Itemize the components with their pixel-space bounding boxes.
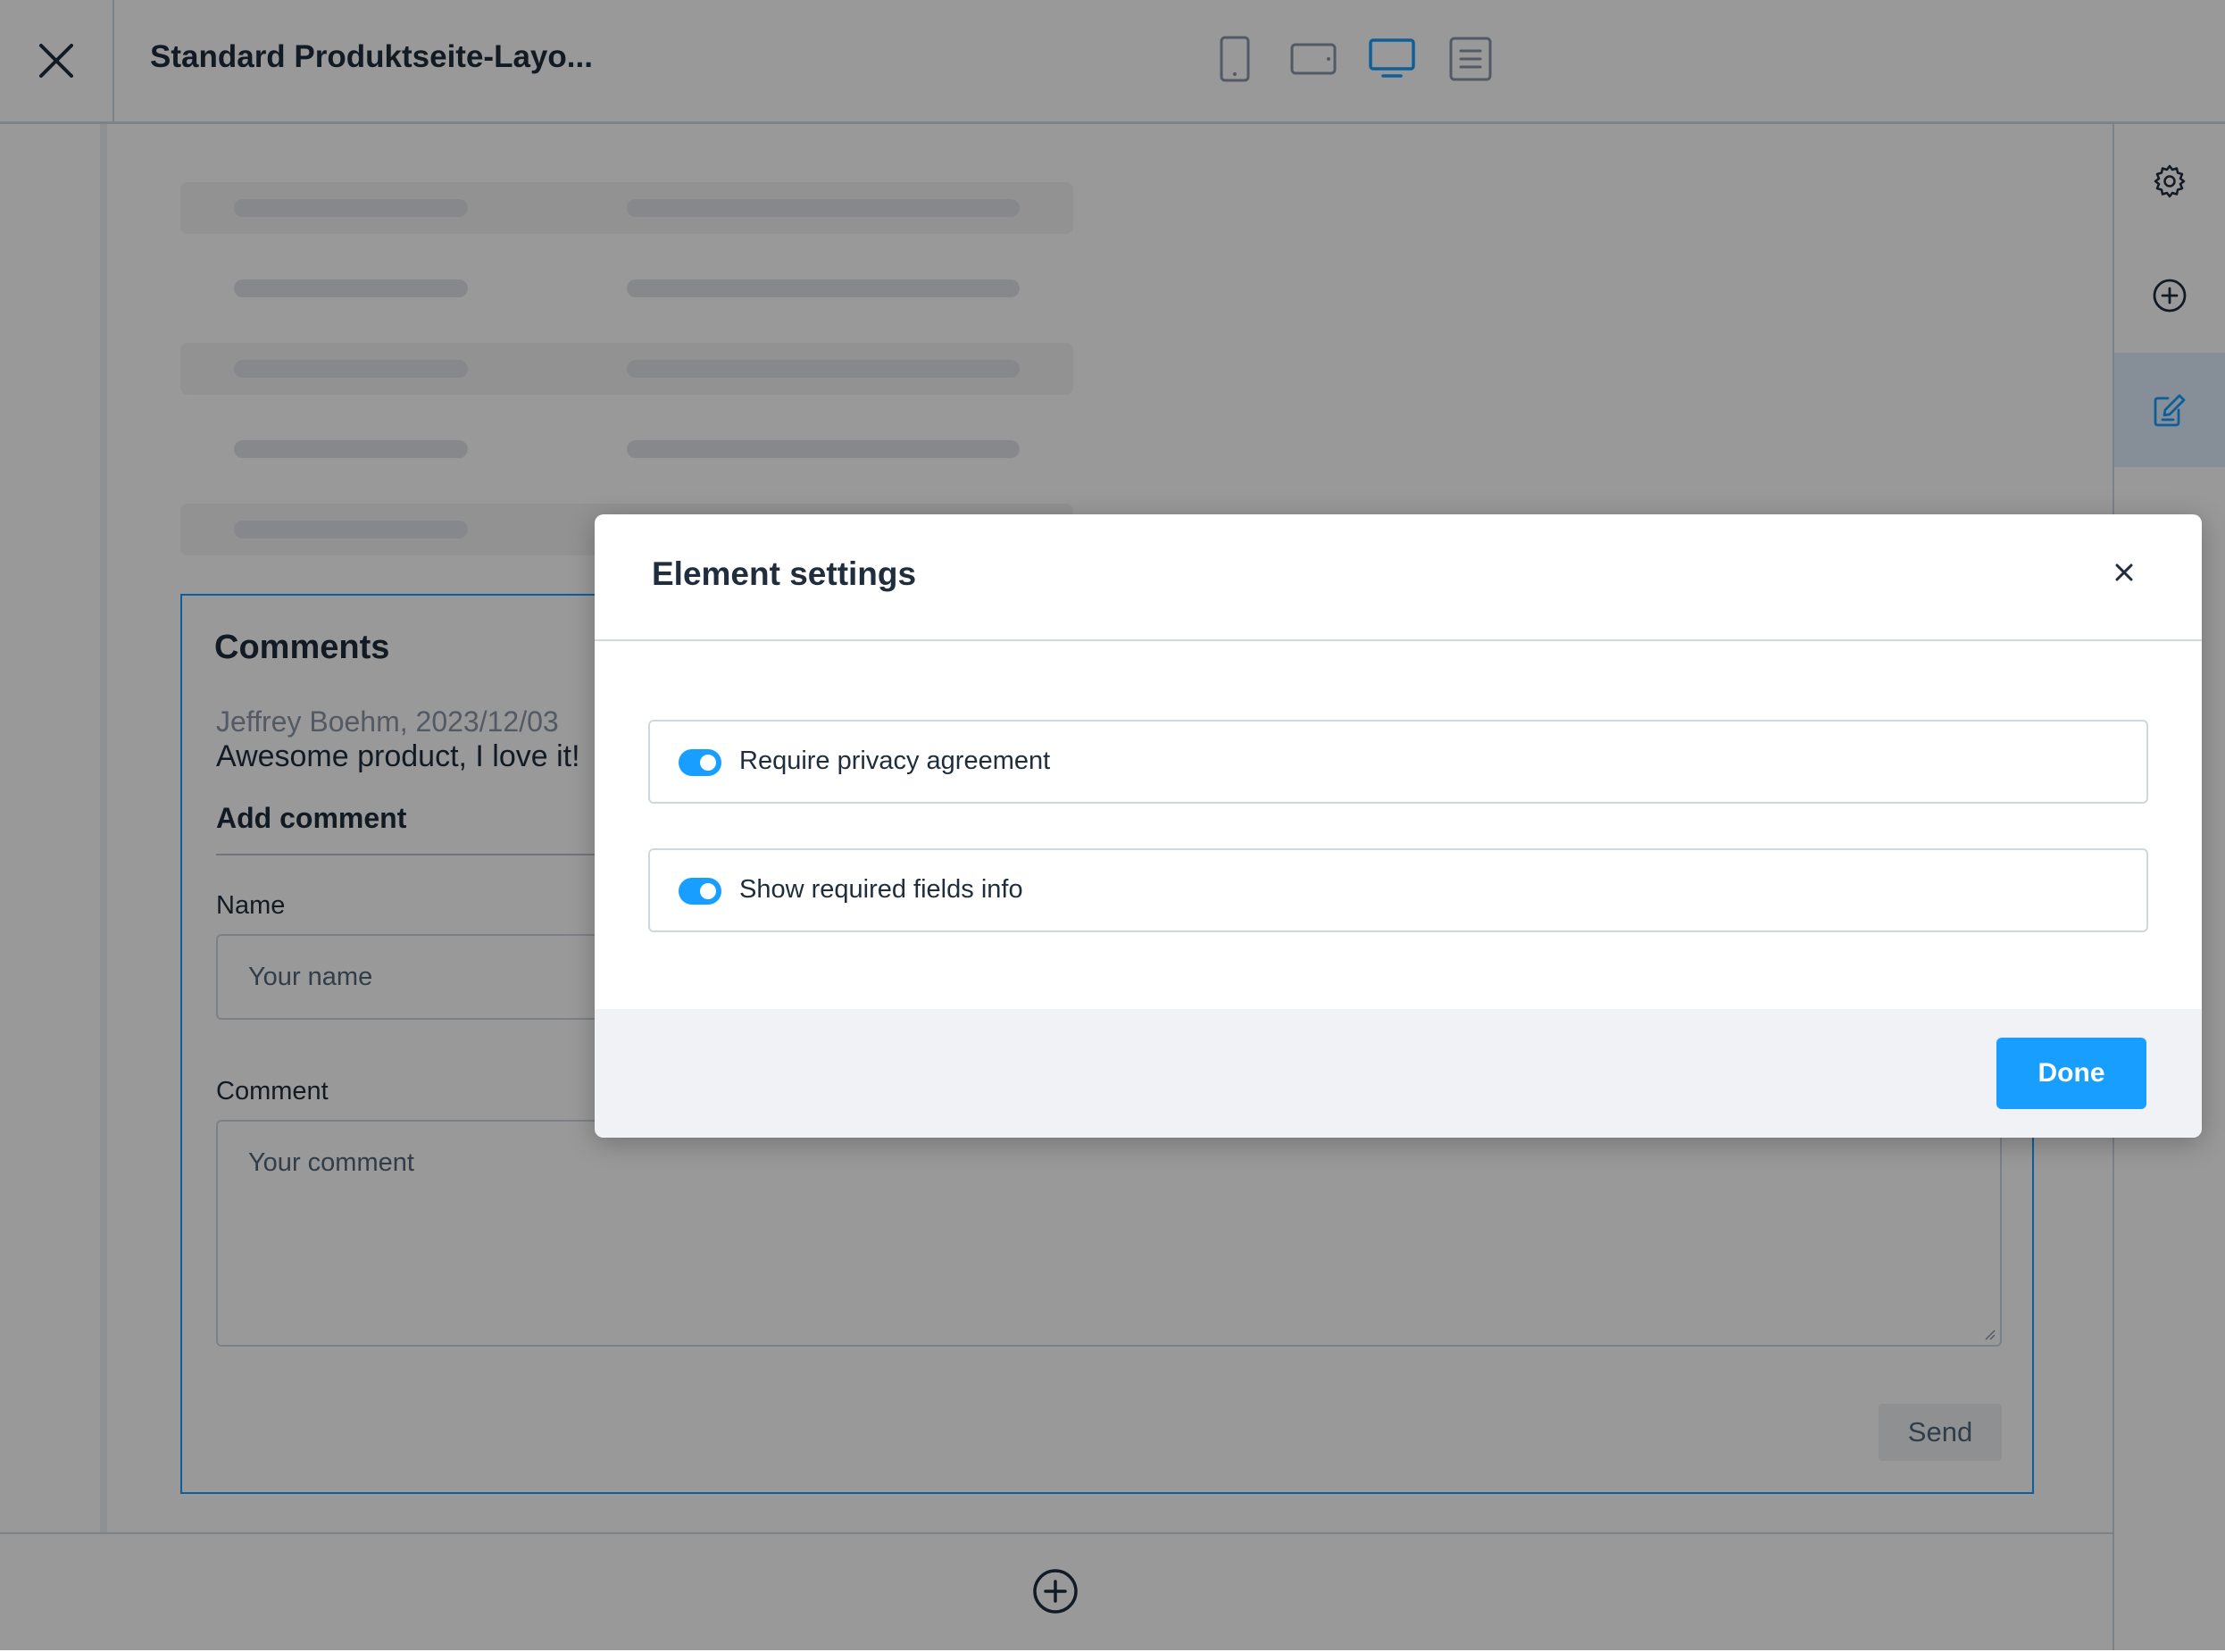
option-require-privacy: Require privacy agreement [648, 720, 2148, 804]
element-settings-modal: Element settings Require privacy agreeme… [595, 514, 2202, 1138]
required-fields-toggle[interactable] [679, 878, 721, 905]
modal-close-button[interactable] [2104, 552, 2145, 593]
modal-title: Element settings [652, 555, 917, 592]
required-fields-label[interactable]: Show required fields info [739, 875, 1023, 905]
modal-header-divider [595, 639, 2202, 641]
option-required-fields-info: Show required fields info [648, 848, 2148, 932]
privacy-agreement-label[interactable]: Require privacy agreement [739, 747, 1050, 776]
privacy-agreement-toggle[interactable] [679, 749, 721, 776]
close-icon [2115, 563, 2133, 581]
modal-footer [595, 1009, 2202, 1138]
done-button[interactable]: Done [1996, 1038, 2146, 1109]
